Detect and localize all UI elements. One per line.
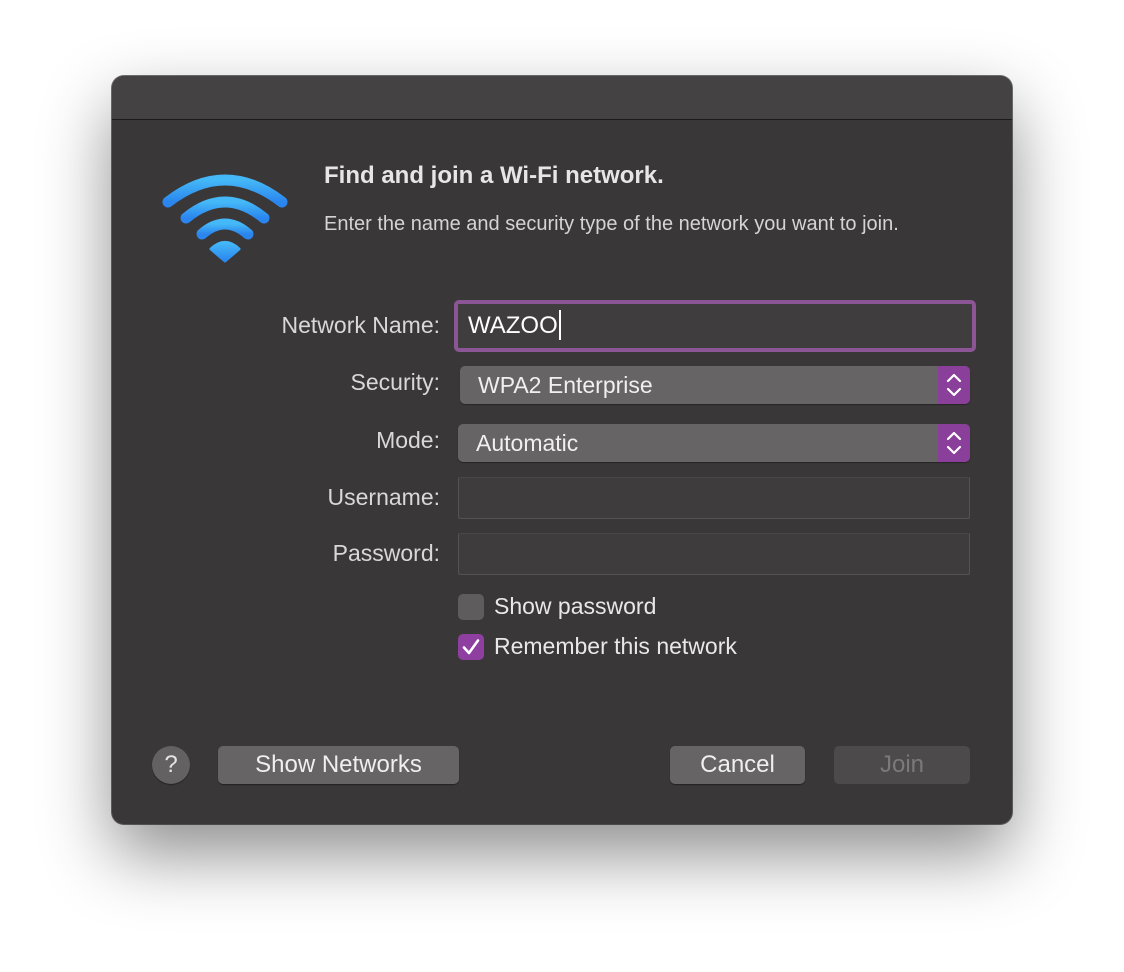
remember-network-checkbox[interactable]: [458, 634, 484, 660]
security-value: WPA2 Enterprise: [478, 372, 653, 398]
security-select[interactable]: WPA2 Enterprise: [460, 366, 970, 404]
show-password-label[interactable]: Show password: [494, 593, 656, 620]
show-password-checkbox[interactable]: [458, 594, 484, 620]
network-name-field[interactable]: WAZOO: [454, 300, 976, 352]
up-down-chevron-icon[interactable]: [938, 424, 970, 462]
dialog-heading: Find and join a Wi-Fi network.: [324, 162, 664, 189]
password-label: Password:: [332, 540, 440, 566]
username-field[interactable]: [458, 477, 970, 519]
dialog-titlebar[interactable]: [112, 76, 1012, 120]
mode-select[interactable]: Automatic: [458, 424, 970, 462]
network-name-value: WAZOO: [468, 312, 558, 339]
security-label: Security:: [350, 369, 440, 395]
checkmark-icon: [462, 639, 480, 655]
wifi-join-dialog: Find and join a Wi-Fi network. Enter the…: [112, 76, 1012, 824]
cancel-button[interactable]: Cancel: [670, 746, 805, 784]
mode-value: Automatic: [476, 430, 579, 456]
dialog-description: Enter the name and security type of the …: [324, 213, 899, 235]
join-button[interactable]: Join: [834, 746, 970, 784]
password-field[interactable]: [458, 533, 970, 575]
show-networks-button[interactable]: Show Networks: [218, 746, 459, 784]
up-down-chevron-icon[interactable]: [938, 366, 970, 404]
network-name-label: Network Name:: [281, 312, 440, 338]
username-label: Username:: [327, 484, 440, 510]
mode-label: Mode:: [376, 427, 440, 453]
remember-network-label[interactable]: Remember this network: [494, 633, 737, 660]
help-button[interactable]: ?: [152, 746, 190, 784]
text-caret: [558, 309, 561, 340]
wifi-icon: [162, 172, 288, 264]
